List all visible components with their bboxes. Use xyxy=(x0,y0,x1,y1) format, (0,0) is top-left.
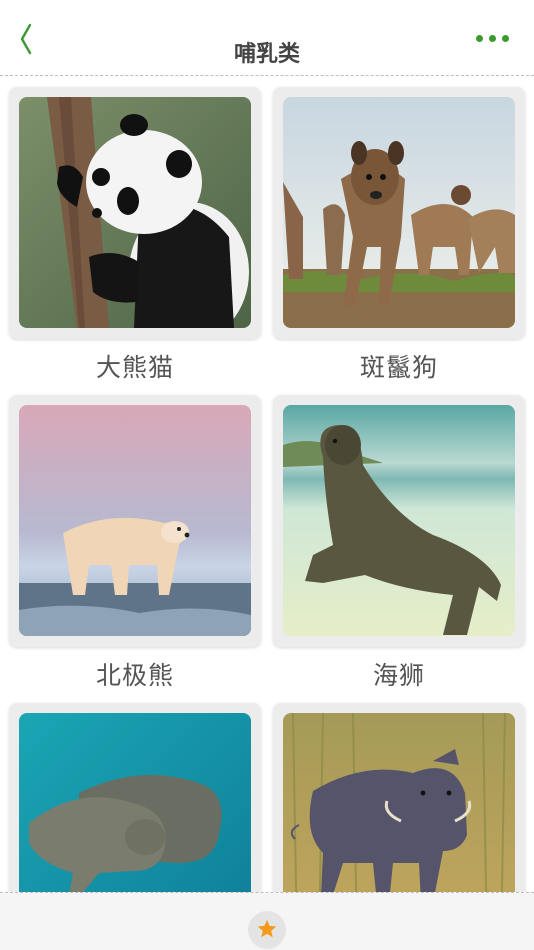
animal-card-polar-bear[interactable] xyxy=(9,395,261,647)
animal-name-panda: 大熊猫 xyxy=(95,353,174,382)
page-title: 哺乳类 xyxy=(233,42,300,67)
hyena-photo xyxy=(283,97,515,328)
warthog-photo xyxy=(283,713,515,892)
header-divider xyxy=(0,75,534,76)
more-dot xyxy=(502,35,509,42)
animal-grid[interactable]: 大熊猫 斑鬣狗 北极熊 海狮 xyxy=(0,78,534,892)
animal-card-warthog[interactable] xyxy=(273,703,525,892)
more-dots-icon xyxy=(476,35,483,42)
polar-bear-photo xyxy=(19,405,251,636)
animal-name-hyena: 斑鬣狗 xyxy=(359,353,438,382)
animal-card-panda[interactable] xyxy=(9,87,261,339)
favorite-button[interactable] xyxy=(248,911,286,949)
sea-lion-photo xyxy=(283,405,515,636)
more-button[interactable] xyxy=(476,30,512,48)
animal-name-sea-lion: 海狮 xyxy=(372,661,425,690)
animal-card-manatee[interactable] xyxy=(9,703,261,892)
animal-name-polar-bear: 北极熊 xyxy=(95,661,174,690)
animal-card-sea-lion[interactable] xyxy=(273,395,525,647)
star-icon xyxy=(257,919,277,938)
top-bar: 哺乳类 xyxy=(0,0,534,76)
more-dot xyxy=(489,35,496,42)
panda-photo xyxy=(19,97,251,328)
animal-card-hyena[interactable] xyxy=(273,87,525,339)
manatee-photo xyxy=(19,713,251,892)
